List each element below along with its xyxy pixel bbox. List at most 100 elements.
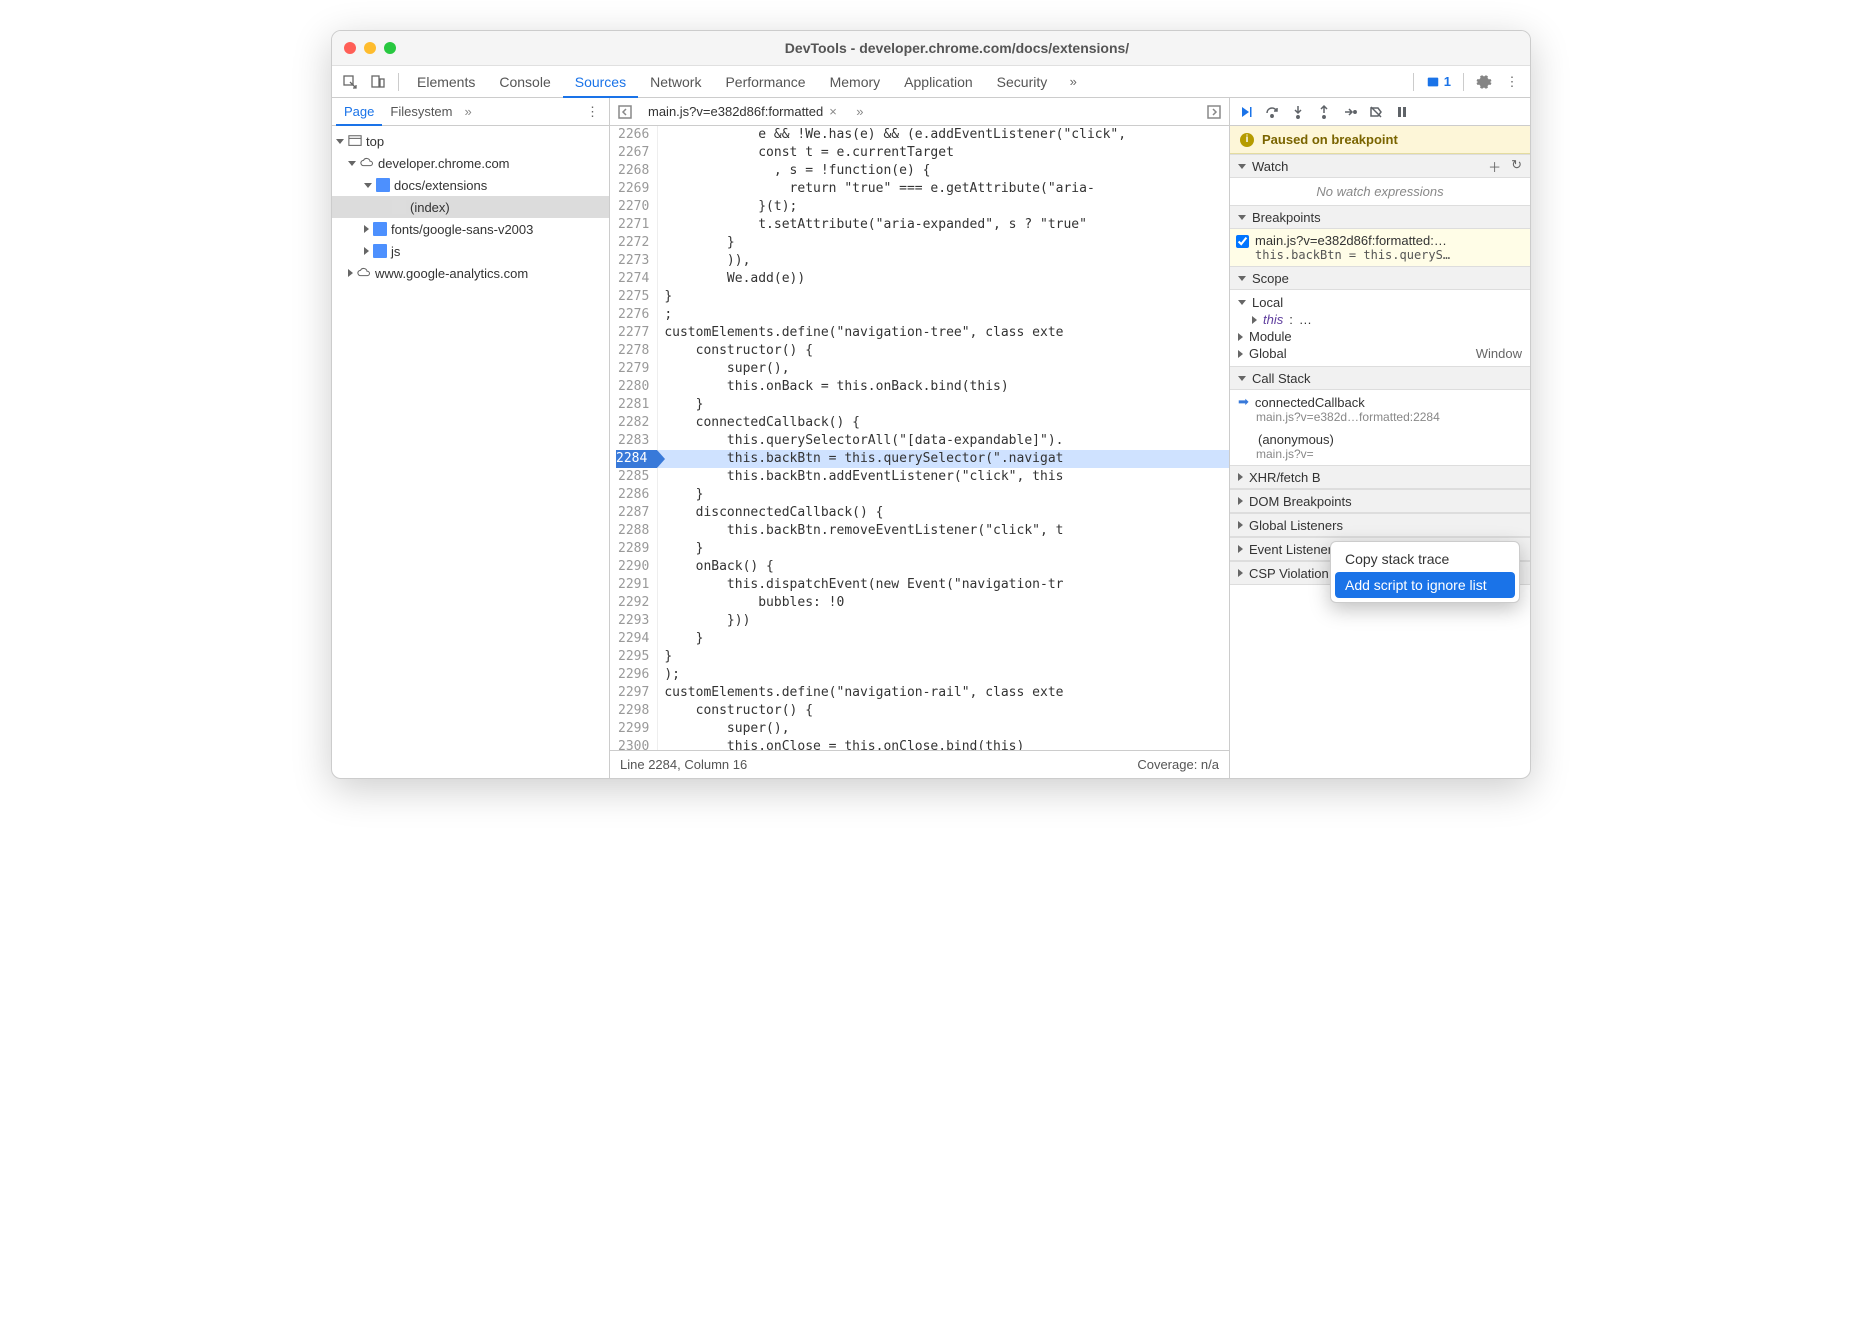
zoom-window-button[interactable] [384, 42, 396, 54]
scope-local[interactable]: Local [1238, 294, 1522, 311]
scope-body: Local this: … Module GlobalWindow [1230, 290, 1530, 366]
tree-top[interactable]: top [332, 130, 609, 152]
tree-file-index[interactable]: (index) [332, 196, 609, 218]
info-icon: i [1240, 133, 1254, 147]
tab-elements[interactable]: Elements [405, 66, 487, 98]
tree-folder-js[interactable]: js [332, 240, 609, 262]
file-tree: top developer.chrome.com docs/extensions… [332, 126, 609, 288]
expand-icon [348, 161, 356, 166]
more-subtabs-icon[interactable]: » [465, 104, 472, 119]
code-panel: main.js?v=e382d86f:formatted × » 2266226… [610, 98, 1230, 778]
subtab-filesystem[interactable]: Filesystem [382, 98, 460, 126]
tab-network[interactable]: Network [638, 66, 713, 98]
deactivate-bp-button[interactable] [1368, 104, 1384, 120]
scope-module[interactable]: Module [1238, 328, 1522, 345]
step-over-button[interactable] [1264, 104, 1280, 120]
tab-security[interactable]: Security [985, 66, 1060, 98]
code-tabbar: main.js?v=e382d86f:formatted × » [610, 98, 1229, 126]
collapse-icon [364, 247, 369, 255]
context-menu: Copy stack trace Add script to ignore li… [1330, 541, 1520, 603]
divider [398, 73, 399, 91]
callstack-frame-top[interactable]: ➡connectedCallback main.js?v=e382d…forma… [1230, 390, 1530, 428]
tab-performance[interactable]: Performance [713, 66, 817, 98]
cloud-icon [357, 266, 371, 280]
xhr-bp-header[interactable]: XHR/fetch B [1230, 465, 1530, 489]
issues-button[interactable]: 1 [1420, 72, 1457, 91]
pause-exceptions-button[interactable] [1394, 104, 1410, 120]
code-tab-main[interactable]: main.js?v=e382d86f:formatted × [640, 98, 845, 126]
paused-text: Paused on breakpoint [1262, 132, 1398, 147]
step-into-button[interactable] [1290, 104, 1306, 120]
breakpoint-file: main.js?v=e382d86f:formatted:… [1255, 233, 1524, 248]
folder-icon [376, 178, 390, 192]
watch-header[interactable]: Watch ＋ ↻ [1230, 154, 1530, 178]
cursor-position: Line 2284, Column 16 [620, 757, 747, 772]
callstack-frame-anon[interactable]: (anonymous) main.js?v= [1230, 428, 1530, 465]
scope-this[interactable]: this: … [1238, 311, 1522, 328]
refresh-watch-icon[interactable]: ↻ [1511, 157, 1522, 176]
resume-button[interactable] [1238, 104, 1254, 120]
close-window-button[interactable] [344, 42, 356, 54]
tree-folder-docs[interactable]: docs/extensions [332, 174, 609, 196]
inspect-icon[interactable] [336, 68, 364, 96]
paused-banner: i Paused on breakpoint [1230, 126, 1530, 154]
tab-sources[interactable]: Sources [563, 66, 638, 98]
scope-header[interactable]: Scope [1230, 266, 1530, 290]
nav-back-icon[interactable] [614, 104, 636, 120]
collapse-icon [364, 225, 369, 233]
tree-folder-fonts[interactable]: fonts/google-sans-v2003 [332, 218, 609, 240]
breakpoints-header[interactable]: Breakpoints [1230, 205, 1530, 229]
more-tabs-icon[interactable]: » [1059, 68, 1087, 96]
divider [1463, 73, 1464, 91]
tab-application[interactable]: Application [892, 66, 985, 98]
ctx-copy-stack-trace[interactable]: Copy stack trace [1335, 546, 1515, 572]
code-lines[interactable]: e && !We.has(e) && (e.addEventListener("… [658, 126, 1229, 750]
settings-gear-icon[interactable] [1470, 68, 1498, 96]
tree-folder-js-label: js [391, 244, 400, 259]
main-tabs: Elements Console Sources Network Perform… [332, 66, 1530, 98]
minimize-window-button[interactable] [364, 42, 376, 54]
more-code-tabs-icon[interactable]: » [849, 104, 871, 119]
divider [1413, 73, 1414, 91]
navigator-subtabs: Page Filesystem » ⋮ [332, 98, 609, 126]
window-icon [348, 134, 362, 148]
line-gutter[interactable]: 2266226722682269227022712272227322742275… [610, 126, 658, 750]
subtab-page[interactable]: Page [336, 98, 382, 126]
coverage-status: Coverage: n/a [1137, 757, 1219, 772]
device-toggle-icon[interactable] [364, 68, 392, 96]
step-out-button[interactable] [1316, 104, 1332, 120]
devtools-window: DevTools - developer.chrome.com/docs/ext… [331, 30, 1531, 779]
tree-origin-ga[interactable]: www.google-analytics.com [332, 262, 609, 284]
folder-icon [373, 244, 387, 258]
dom-bp-header[interactable]: DOM Breakpoints [1230, 489, 1530, 513]
tree-origin-label: developer.chrome.com [378, 156, 510, 171]
collapse-icon [348, 269, 353, 277]
issues-count: 1 [1444, 74, 1451, 89]
step-button[interactable] [1342, 104, 1358, 120]
tree-top-label: top [366, 134, 384, 149]
breakpoint-item[interactable]: main.js?v=e382d86f:formatted:… this.back… [1230, 229, 1530, 266]
ctx-add-ignore-list[interactable]: Add script to ignore list [1335, 572, 1515, 598]
global-listeners-header[interactable]: Global Listeners [1230, 513, 1530, 537]
tab-memory[interactable]: Memory [818, 66, 893, 98]
navigator-menu-icon[interactable]: ⋮ [580, 104, 605, 120]
close-tab-icon[interactable]: × [829, 104, 837, 119]
code-statusbar: Line 2284, Column 16 Coverage: n/a [610, 750, 1229, 778]
add-watch-icon[interactable]: ＋ [1488, 157, 1501, 176]
debugger-sidebar: i Paused on breakpoint Watch ＋ ↻ No watc… [1230, 98, 1530, 778]
breakpoint-checkbox[interactable] [1236, 235, 1249, 248]
tree-folder-label: docs/extensions [394, 178, 487, 193]
scope-global[interactable]: GlobalWindow [1238, 345, 1522, 362]
tree-origin[interactable]: developer.chrome.com [332, 152, 609, 174]
kebab-menu-icon[interactable]: ⋮ [1498, 68, 1526, 96]
callstack-header[interactable]: Call Stack [1230, 366, 1530, 390]
watch-empty: No watch expressions [1230, 178, 1530, 205]
debugger-toolbar [1230, 98, 1530, 126]
expand-icon [336, 139, 344, 144]
nav-fwd-icon[interactable] [1203, 104, 1225, 120]
tab-console[interactable]: Console [487, 66, 562, 98]
current-frame-icon: ➡ [1238, 394, 1249, 410]
folder-icon [373, 222, 387, 236]
expand-icon [364, 183, 372, 188]
code-body[interactable]: 2266226722682269227022712272227322742275… [610, 126, 1229, 750]
